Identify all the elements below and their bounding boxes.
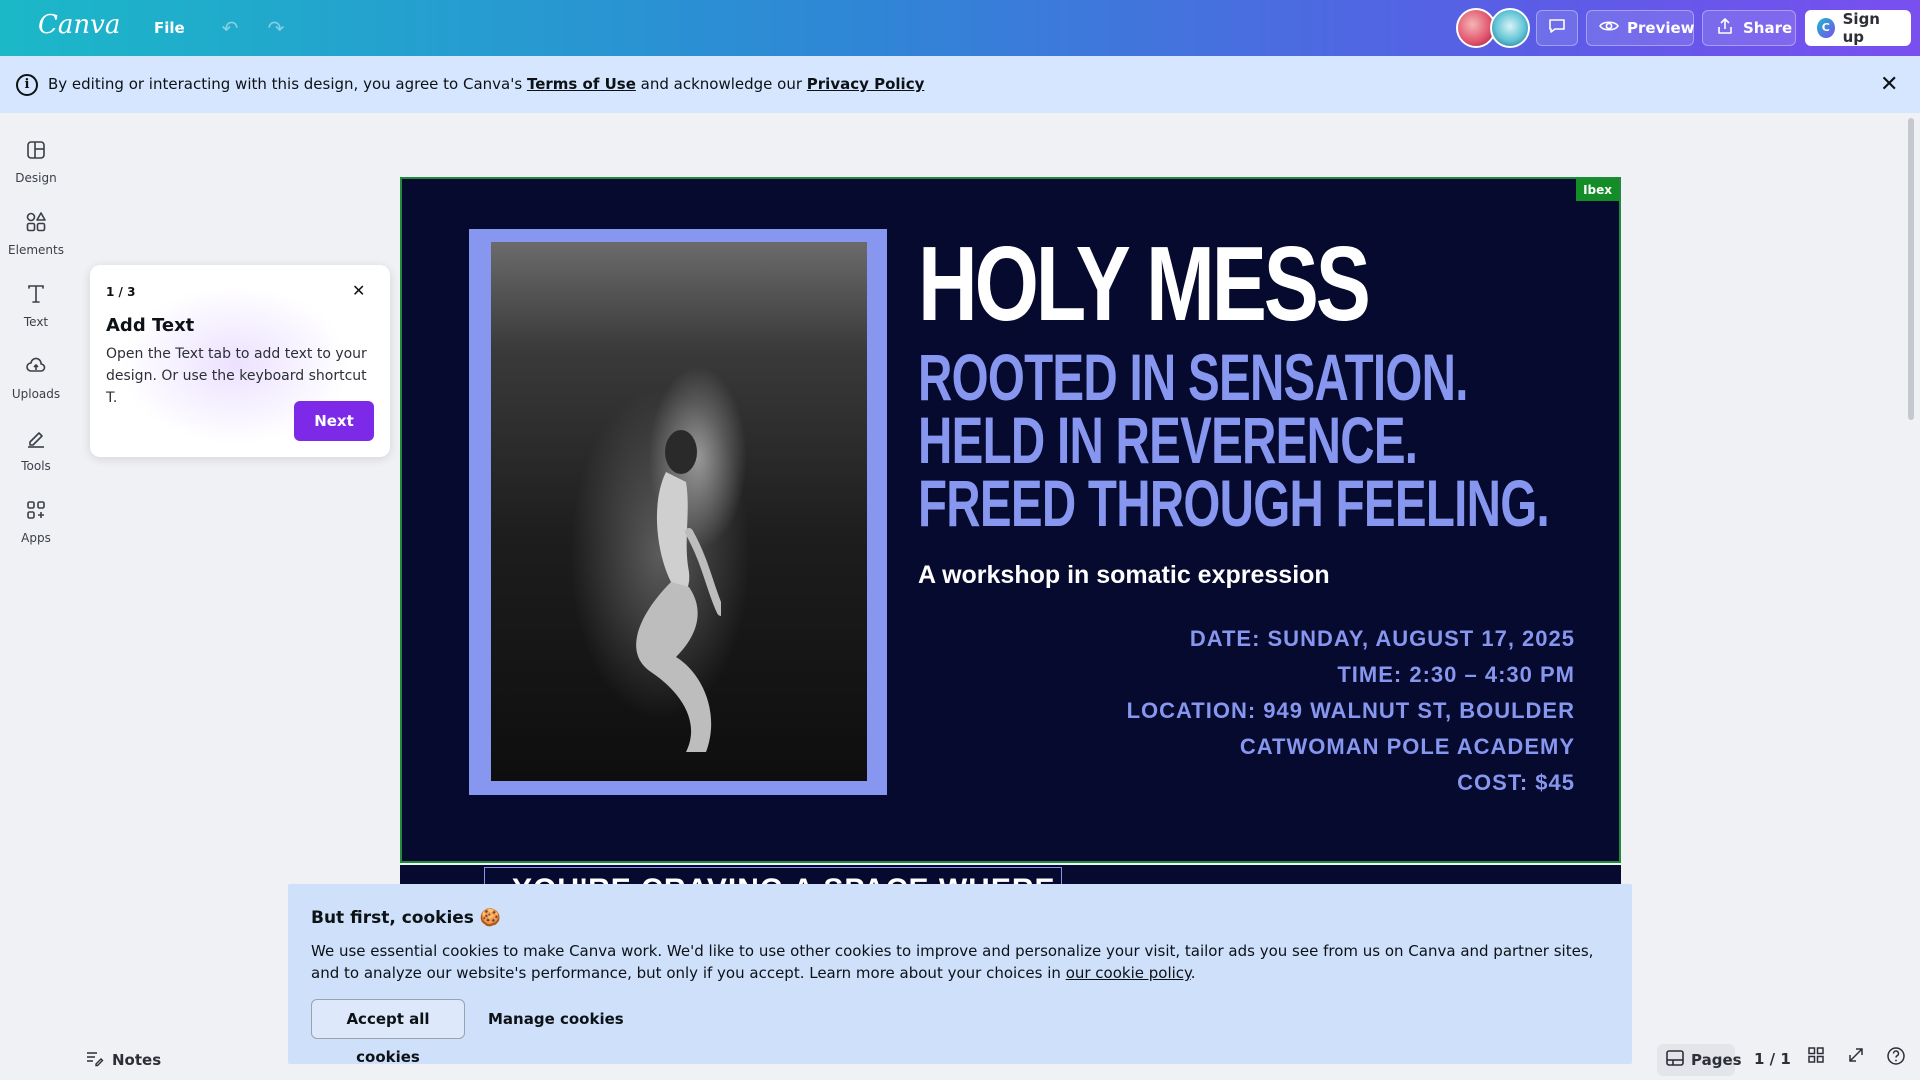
close-icon[interactable]: ✕	[1880, 72, 1898, 97]
design-subtitle[interactable]: A workshop in somatic expression	[918, 561, 1330, 590]
text-icon	[24, 283, 48, 307]
event-cost: COST: $45	[1457, 770, 1575, 795]
collaborator-avatars[interactable]	[1456, 8, 1532, 48]
accept-cookies-button[interactable]: Accept all cookies	[311, 999, 465, 1066]
dancer-silhouette	[636, 430, 721, 752]
popover-title: Add Text	[106, 315, 195, 336]
photo-frame[interactable]	[469, 229, 887, 795]
sign-up-button[interactable]: C Sign up	[1805, 10, 1911, 46]
popover-arrow	[90, 291, 102, 315]
sidebar-item-elements[interactable]: Elements	[0, 201, 72, 267]
info-icon: i	[16, 74, 38, 96]
notice-middle: and acknowledge our	[635, 75, 807, 93]
eye-icon	[1599, 16, 1619, 40]
terms-notice-banner: i By editing or interacting with this de…	[0, 56, 1920, 113]
design-tagline-line[interactable]: FREED THROUGH FEELING.	[918, 470, 1550, 536]
sidebar-item-text[interactable]: Text	[0, 273, 72, 339]
event-details[interactable]: DATE: SUNDAY, AUGUST 17, 2025 TIME: 2:30…	[1127, 621, 1575, 801]
help-icon[interactable]	[1883, 1046, 1909, 1072]
share-icon	[1715, 16, 1735, 40]
pages-icon	[1665, 1048, 1685, 1072]
design-page[interactable]: Ibex HOLY MESS ROOTED IN SENSATION. HELD…	[400, 177, 1621, 863]
design-tagline-line[interactable]: HELD IN REVERENCE.	[918, 407, 1418, 473]
sidebar-item-uploads[interactable]: Uploads	[0, 345, 72, 411]
event-date: DATE: SUNDAY, AUGUST 17, 2025	[1189, 626, 1575, 651]
uploads-icon	[24, 355, 48, 379]
sidebar-item-label: Design	[15, 171, 57, 185]
underwater-dancer-photo[interactable]	[491, 242, 867, 781]
comment-button[interactable]	[1536, 10, 1578, 46]
popover-step-counter: 1 / 3	[106, 285, 136, 299]
sidebar-item-label: Tools	[21, 459, 51, 473]
preview-label: Preview	[1627, 19, 1695, 37]
sidebar-item-label: Uploads	[11, 387, 61, 401]
design-headline[interactable]: HOLY MESS	[918, 229, 1371, 339]
cookie-policy-link[interactable]: our cookie policy	[1066, 964, 1191, 982]
terms-of-use-link[interactable]: Terms of Use	[527, 75, 636, 93]
tools-icon	[24, 427, 48, 451]
sidebar-item-label: Elements	[8, 243, 64, 257]
sidebar-item-label: Apps	[21, 531, 51, 545]
second-page-preview[interactable]: YOU'RE CRAVING A SPACE WHERE	[400, 865, 1621, 885]
avatar[interactable]	[1490, 8, 1530, 48]
left-sidebar: Design Elements Text Uploads Tools Apps	[0, 113, 72, 1080]
apps-icon	[24, 499, 48, 523]
sidebar-item-design[interactable]: Design	[0, 129, 72, 195]
event-time: TIME: 2:30 – 4:30 PM	[1337, 662, 1575, 687]
onboarding-popover: 1 / 3 ✕ Add Text Open the Text tab to ad…	[90, 265, 390, 457]
cookie-body-text: We use essential cookies to make Canva w…	[311, 942, 1594, 982]
cookie-body-suffix: .	[1190, 964, 1196, 982]
next-button[interactable]: Next	[294, 401, 374, 441]
pages-button[interactable]: Pages	[1657, 1044, 1742, 1076]
event-location: LOCATION: 949 WALNUT ST, BOULDER	[1126, 698, 1575, 723]
close-icon[interactable]: ✕	[352, 281, 365, 300]
design-tagline-line[interactable]: ROOTED IN SENSATION.	[918, 344, 1468, 410]
redo-icon[interactable]: ↷	[262, 14, 290, 42]
privacy-policy-link[interactable]: Privacy Policy	[807, 75, 925, 93]
canva-logo[interactable]: Canva	[38, 10, 120, 40]
top-toolbar: Canva File ↶ ↷ Preview Share C Sign up	[0, 0, 1920, 56]
notice-prefix: By editing or interacting with this desi…	[48, 75, 527, 93]
cookie-body: We use essential cookies to make Canva w…	[311, 940, 1601, 984]
sidebar-item-apps[interactable]: Apps	[0, 489, 72, 555]
canva-badge-icon: C	[1817, 18, 1835, 38]
page-count: 1 / 1	[1754, 1050, 1791, 1068]
notes-label: Notes	[112, 1051, 162, 1069]
collaborator-tag: Ibex	[1576, 179, 1619, 201]
sidebar-item-tools[interactable]: Tools	[0, 417, 72, 483]
cookie-banner: But first, cookies 🍪 We use essential co…	[288, 884, 1632, 1066]
sidebar-item-label: Text	[23, 315, 49, 329]
design-icon	[24, 139, 48, 163]
file-menu-button[interactable]: File	[148, 17, 191, 39]
elements-icon	[24, 211, 48, 235]
notes-button[interactable]: Notes	[84, 1048, 161, 1072]
pages-label: Pages	[1691, 1051, 1742, 1069]
share-label: Share	[1743, 19, 1793, 37]
popover-body: Open the Text tab to add text to your de…	[106, 346, 367, 406]
notice-text: By editing or interacting with this desi…	[48, 75, 924, 93]
cookie-title: But first, cookies 🍪	[311, 908, 502, 928]
manage-cookies-button[interactable]: Manage cookies	[488, 999, 624, 1039]
undo-icon[interactable]: ↶	[216, 14, 244, 42]
fullscreen-icon[interactable]	[1843, 1046, 1869, 1072]
preview-button[interactable]: Preview	[1586, 10, 1695, 46]
vertical-scrollbar[interactable]	[1908, 118, 1914, 420]
comment-icon	[1547, 16, 1567, 40]
share-button[interactable]: Share	[1702, 10, 1796, 46]
event-venue: CATWOMAN POLE ACADEMY	[1239, 734, 1575, 759]
notes-icon	[84, 1048, 104, 1072]
grid-view-icon[interactable]	[1803, 1046, 1829, 1072]
sign-up-label: Sign up	[1842, 10, 1880, 46]
